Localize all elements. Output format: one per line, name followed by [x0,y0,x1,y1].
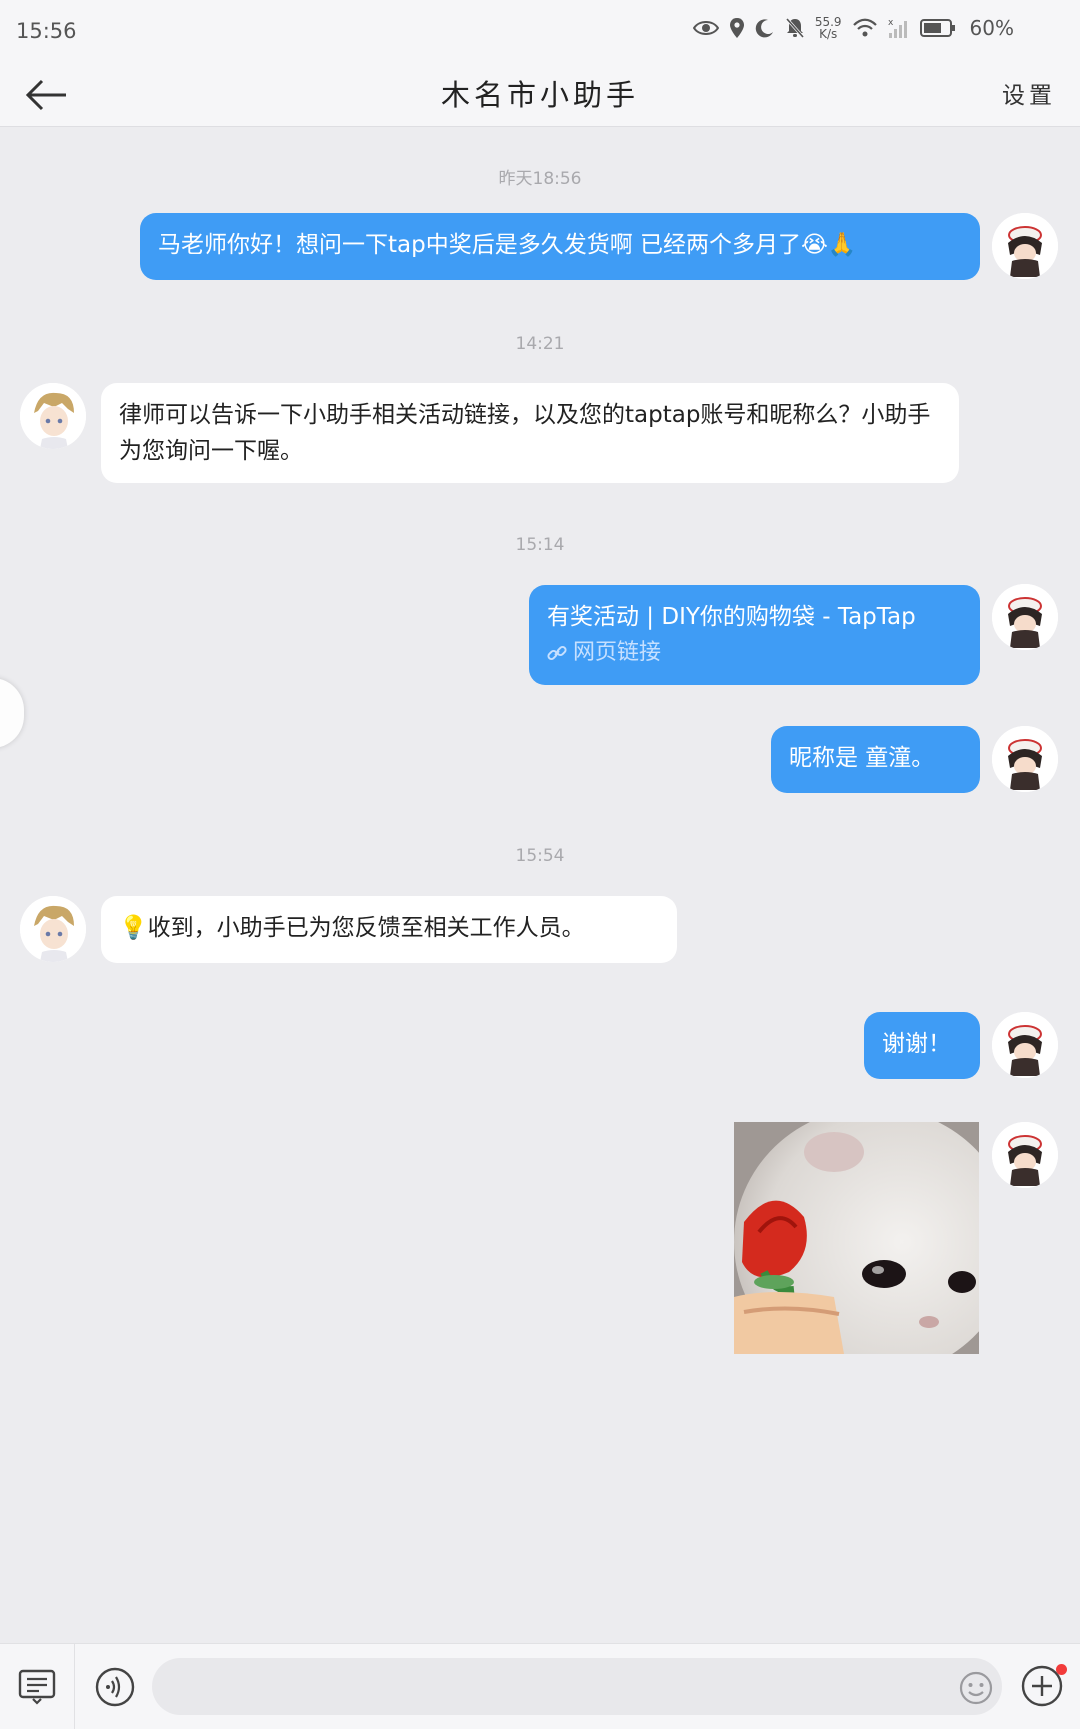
battery-level: 60% [969,16,1014,40]
user-avatar[interactable] [992,1012,1058,1078]
status-time: 15:56 [16,19,77,43]
user-avatar[interactable] [992,584,1058,650]
location-icon [729,18,744,38]
voice-button[interactable] [94,1666,136,1712]
message-text: 💡收到，小助手已为您反馈至相关工作人员。 [119,915,585,941]
user-avatar[interactable] [992,1122,1058,1188]
user-avatar[interactable] [992,213,1058,279]
timestamp: 15:14 [515,535,565,555]
voice-icon [95,1667,135,1707]
message-text: 马老师你好！想问一下tap中奖后是多久发货啊 已经两个多月了😭🙏 [158,232,857,258]
timestamp: 昨天18:56 [498,169,582,189]
notification-dot [1056,1664,1067,1675]
svg-text:x: x [888,18,894,28]
emoji-button[interactable] [958,1670,994,1710]
emoji-icon [959,1671,993,1705]
status-icons: 55.9 K/s x 60% [692,15,1014,41]
assistant-avatar[interactable] [20,896,86,962]
cat-with-rose-image [734,1122,979,1354]
mute-bell-icon [785,18,804,38]
moon-icon [755,19,773,38]
link-title: 有奖活动 | DIY你的购物袋 - TapTap [547,604,916,630]
message-text: 谢谢！ [882,1031,951,1057]
settings-button[interactable]: 设置 [1002,76,1056,110]
status-bar: 15:56 55.9 K/s x 60% [0,0,1080,62]
message-bubble-sent[interactable]: 谢谢！ [864,1012,980,1079]
divider [74,1644,75,1729]
link-message-bubble[interactable]: 有奖活动 | DIY你的购物袋 - TapTap 网页链接 [529,585,980,685]
message-text: 律师可以告诉一下小助手相关活动链接，以及您的taptap账号和昵称么？小助手为您… [119,402,931,464]
link-icon [547,645,567,661]
signal-icon: x [888,18,907,38]
keyboard-icon [18,1669,56,1705]
message-bubble-sent[interactable]: 马老师你好！想问一下tap中奖后是多久发货啊 已经两个多月了😭🙏 [140,213,980,280]
assistant-avatar[interactable] [20,383,86,449]
message-bubble-received[interactable]: 律师可以告诉一下小助手相关活动链接，以及您的taptap账号和昵称么？小助手为您… [101,383,959,483]
link-subtitle: 网页链接 [547,635,962,671]
keyboard-menu-button[interactable] [17,1666,57,1710]
message-input[interactable] [152,1658,1002,1715]
timestamp: 14:21 [515,334,565,354]
page-title: 木名市小助手 [440,78,639,112]
message-text: 昵称是 童潼。 [789,745,935,771]
battery-icon [919,19,955,37]
image-message[interactable] [734,1122,979,1354]
timestamp: 15:54 [515,846,565,866]
user-avatar[interactable] [992,726,1058,792]
chat-header: 木名市小助手 设置 [0,62,1080,127]
input-bar [0,1643,1080,1729]
eye-icon [692,21,719,35]
net-speed: 55.9 K/s [814,15,842,41]
message-bubble-sent[interactable]: 昵称是 童潼。 [771,726,980,793]
message-bubble-received[interactable]: 💡收到，小助手已为您反馈至相关工作人员。 [101,896,677,963]
floating-side-tab[interactable] [0,678,24,748]
wifi-icon [852,18,877,37]
